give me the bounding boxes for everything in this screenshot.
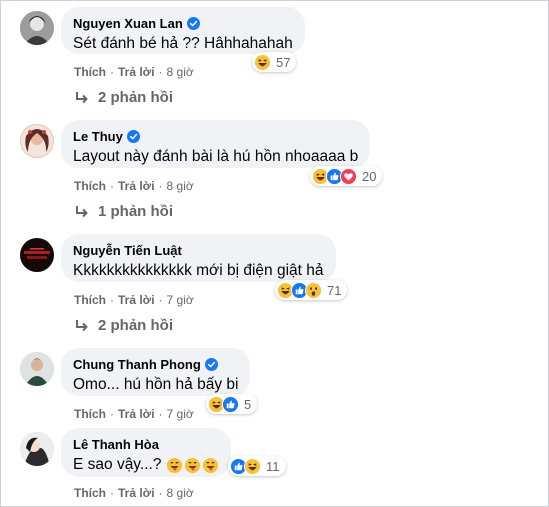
- comment-text-body: E sao vậy...?: [73, 456, 162, 473]
- author-name-row: Nguyen Xuan Lan: [73, 15, 293, 32]
- author-name[interactable]: Lê Thanh Hòa: [73, 436, 159, 453]
- like-link[interactable]: Thích: [74, 65, 106, 79]
- reply-arrow-icon: [74, 90, 90, 106]
- comment-bubble: Nguyen Xuan Lan Sét đánh bé hả ?? Hâhhah…: [61, 7, 305, 54]
- reaction-count: 57: [276, 54, 291, 70]
- author-name[interactable]: Le Thuy: [73, 128, 123, 145]
- reaction-summary[interactable]: 11: [228, 456, 286, 476]
- verified-badge-icon: [205, 358, 218, 371]
- timestamp[interactable]: 7 giờ: [167, 293, 194, 307]
- comment-bubble: Lê Thanh Hòa E sao vậy...?: [61, 428, 232, 477]
- view-replies[interactable]: 1 phản hồi: [74, 203, 173, 220]
- comment-bubble: Nguyễn Tiến Luật Kkkkkkkkkkkkkkk mới bị …: [61, 234, 336, 282]
- reaction-count: 71: [327, 282, 342, 298]
- haha-icon: [244, 458, 261, 475]
- comment-text: Sét đánh bé hả ?? Hâhhahahah: [73, 35, 293, 52]
- author-name-row: Lê Thanh Hòa: [73, 436, 219, 453]
- love-icon: [340, 168, 357, 185]
- reaction-summary[interactable]: 71: [275, 280, 348, 300]
- like-link[interactable]: Thích: [74, 407, 106, 421]
- avatar[interactable]: [20, 352, 54, 386]
- comment-text: Kkkkkkkkkkkkkkk mới bị điện giật hả: [73, 262, 324, 279]
- reaction-summary[interactable]: 20: [310, 166, 383, 186]
- haha-icon: [254, 54, 271, 71]
- reaction-summary[interactable]: 5: [206, 394, 258, 414]
- like-link[interactable]: Thích: [74, 293, 106, 307]
- author-name[interactable]: Nguyen Xuan Lan: [73, 15, 183, 32]
- tongue-emoji-icon: [202, 457, 219, 474]
- view-replies[interactable]: 2 phản hồi: [74, 317, 173, 334]
- reaction-count: 5: [244, 396, 252, 412]
- comment-text: Layout này đánh bài là hú hồn nhoaaaa b: [73, 148, 359, 165]
- replies-count-label: 2 phản hồi: [98, 317, 173, 334]
- comment-actions: Thích · Trả lời · 8 giờ: [74, 65, 194, 79]
- view-replies[interactable]: 2 phản hồi: [74, 89, 173, 106]
- reaction-summary[interactable]: 57: [252, 52, 297, 72]
- replies-count-label: 2 phản hồi: [98, 89, 173, 106]
- timestamp[interactable]: 8 giờ: [167, 486, 194, 500]
- tongue-emoji-icon: [184, 457, 201, 474]
- reply-link[interactable]: Trả lời: [118, 179, 155, 193]
- reply-link[interactable]: Trả lời: [118, 486, 155, 500]
- avatar[interactable]: [20, 238, 54, 272]
- comment-bubble: Chung Thanh Phong Omo... hú hồn hả bấy b…: [61, 348, 251, 396]
- comment-bubble: Le Thuy Layout này đánh bài là hú hồn nh…: [61, 120, 371, 168]
- avatar[interactable]: [20, 124, 54, 158]
- reply-link[interactable]: Trả lời: [118, 65, 155, 79]
- author-name[interactable]: Nguyễn Tiến Luật: [73, 242, 182, 259]
- timestamp[interactable]: 8 giờ: [167, 179, 194, 193]
- reply-link[interactable]: Trả lời: [118, 293, 155, 307]
- verified-badge-icon: [187, 17, 200, 30]
- reply-link[interactable]: Trả lời: [118, 407, 155, 421]
- avatar[interactable]: [20, 432, 54, 466]
- reply-arrow-icon: [74, 318, 90, 334]
- author-name-row: Nguyễn Tiến Luật: [73, 242, 324, 259]
- tongue-emoji-icon: [166, 457, 183, 474]
- comment-text: E sao vậy...?: [73, 455, 219, 475]
- author-name[interactable]: Chung Thanh Phong: [73, 356, 201, 373]
- comment-actions: Thích · Trả lời · 7 giờ: [74, 293, 194, 307]
- like-link[interactable]: Thích: [74, 486, 106, 500]
- timestamp[interactable]: 7 giờ: [167, 407, 194, 421]
- comment-actions: Thích · Trả lời · 8 giờ: [74, 179, 194, 193]
- tongue-emoji-group: [166, 457, 219, 474]
- comment-text: Omo... hú hồn hả bấy bi: [73, 376, 239, 393]
- comment-actions: Thích · Trả lời · 7 giờ: [74, 407, 194, 421]
- verified-badge-icon: [127, 130, 140, 143]
- author-name-row: Le Thuy: [73, 128, 358, 145]
- timestamp[interactable]: 8 giờ: [167, 65, 194, 79]
- reaction-count: 20: [362, 168, 377, 184]
- reaction-count: 11: [266, 458, 280, 474]
- author-name-row: Chung Thanh Phong: [73, 356, 238, 373]
- avatar[interactable]: [20, 11, 54, 45]
- reply-arrow-icon: [74, 204, 90, 220]
- like-link[interactable]: Thích: [74, 179, 106, 193]
- like-icon: [222, 396, 239, 413]
- wow-icon: [305, 282, 322, 299]
- comment-actions: Thích · Trả lời · 8 giờ: [74, 486, 194, 500]
- replies-count-label: 1 phản hồi: [98, 203, 173, 220]
